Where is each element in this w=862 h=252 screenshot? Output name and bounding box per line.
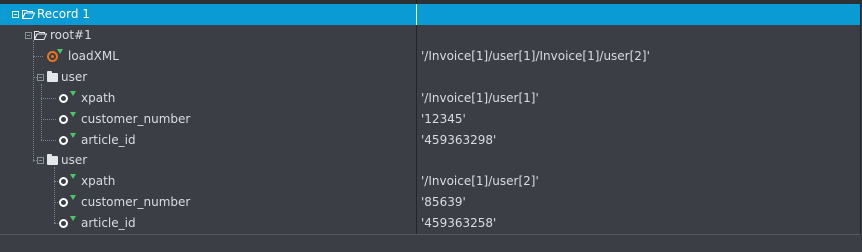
collapse-toggle[interactable] xyxy=(25,32,32,39)
collapse-toggle[interactable] xyxy=(37,74,44,81)
field-value: '459363258' xyxy=(421,216,497,230)
marker-icon xyxy=(57,49,63,54)
field-name: loadXML xyxy=(68,49,119,63)
marker-icon xyxy=(70,195,76,200)
tree-row-record[interactable]: Record 1 xyxy=(0,4,860,25)
marker-icon xyxy=(70,216,76,221)
folder-icon xyxy=(47,71,58,82)
record-tree-grid: Record 1 root#1 loadXML '/Invoice[1]/use… xyxy=(0,0,862,252)
column-separator xyxy=(416,4,417,25)
tree-row-loadxml[interactable]: loadXML '/Invoice[1]/user[1]/Invoice[1]/… xyxy=(0,46,860,67)
tree-row-field[interactable]: xpath '/Invoice[1]/user[2]' xyxy=(0,171,860,192)
attribute-icon xyxy=(59,115,68,124)
marker-icon xyxy=(70,133,76,138)
field-name: customer_number xyxy=(81,195,191,209)
field-name: xpath xyxy=(81,91,116,105)
tree-node-label: root#1 xyxy=(50,28,92,42)
field-value: '/Invoice[1]/user[2]' xyxy=(421,174,539,188)
attribute-icon xyxy=(59,94,68,103)
attribute-icon xyxy=(59,136,68,145)
field-value: '/Invoice[1]/user[1]' xyxy=(421,91,539,105)
field-name: article_id xyxy=(81,216,136,230)
tree-node-label: user xyxy=(61,70,88,84)
tree-row-field[interactable]: article_id '459363298' xyxy=(0,130,860,151)
tree-row-user[interactable]: user xyxy=(0,67,860,88)
tree-row-field[interactable]: customer_number '85639' xyxy=(0,192,860,213)
attribute-icon xyxy=(59,219,68,228)
folder-open-icon xyxy=(22,10,35,19)
field-value: '459363298' xyxy=(421,133,497,147)
tree-row-field[interactable]: xpath '/Invoice[1]/user[1]' xyxy=(0,88,860,109)
field-value: '12345' xyxy=(421,112,466,126)
field-name: article_id xyxy=(81,133,136,147)
tree-node-label: user xyxy=(61,153,88,167)
tree-node-label: Record 1 xyxy=(37,7,90,21)
field-name: xpath xyxy=(81,174,116,188)
tree-row-field[interactable]: article_id '459363258' xyxy=(0,213,860,234)
grid-border xyxy=(860,4,861,234)
marker-icon xyxy=(70,174,76,179)
tree-row-field[interactable]: customer_number '12345' xyxy=(0,109,860,130)
field-name: customer_number xyxy=(81,112,191,126)
field-value: '85639' xyxy=(421,195,466,209)
tree-row-user[interactable]: user xyxy=(0,150,860,171)
grid-border xyxy=(0,234,860,235)
marker-icon xyxy=(70,112,76,117)
marker-icon xyxy=(70,91,76,96)
collapse-toggle[interactable] xyxy=(37,157,44,164)
attribute-icon xyxy=(59,177,68,186)
field-value: '/Invoice[1]/user[1]/Invoice[1]/user[2]' xyxy=(421,49,650,63)
collapse-toggle[interactable] xyxy=(12,11,19,18)
folder-icon xyxy=(47,154,58,165)
folder-open-icon xyxy=(34,31,47,40)
attribute-icon xyxy=(59,198,68,207)
column-separator[interactable] xyxy=(416,4,417,234)
tree-row-root[interactable]: root#1 xyxy=(0,25,860,46)
